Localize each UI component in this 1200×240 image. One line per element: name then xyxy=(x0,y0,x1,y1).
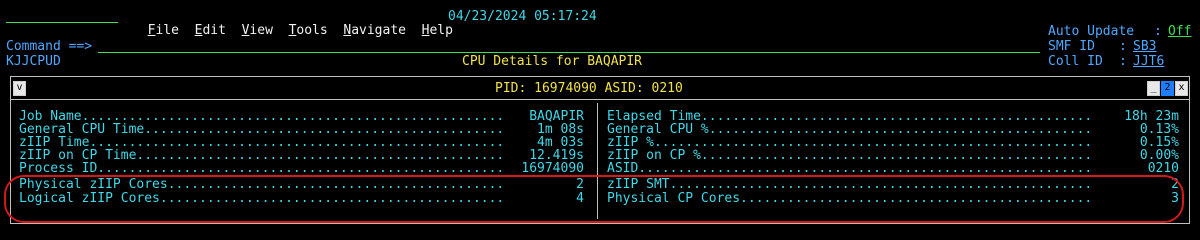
menu-tools[interactable]: Tools xyxy=(289,23,328,38)
close-icon[interactable]: x xyxy=(1175,81,1188,96)
left-row-general-cpu-time: General CPU Time........................… xyxy=(19,123,584,137)
left-row-ziip-on-cp-time: zIIP on CP Time.........................… xyxy=(19,149,584,163)
annotation-highlight xyxy=(4,175,1184,223)
right-row-ziip-pct: zIIP %..................................… xyxy=(607,136,1179,150)
panel-title-separator xyxy=(11,99,1189,100)
right-row-elapsed-time: Elapsed Time............................… xyxy=(607,110,1179,124)
command-input[interactable] xyxy=(98,38,1040,53)
right-row-asid: ASID....................................… xyxy=(607,162,1179,176)
menu-navigate[interactable]: Navigate xyxy=(343,23,406,38)
menu-help[interactable]: Help xyxy=(422,23,453,38)
left-row-ziip-time: zIIP Time...............................… xyxy=(19,136,584,150)
screen-title: CPU Details for BAQAPIR xyxy=(462,54,643,69)
smf-id-sep: : xyxy=(1119,39,1127,54)
smf-id-value: SB3 xyxy=(1133,39,1157,54)
command-label: Command ==> xyxy=(6,39,93,54)
right-row-general-cpu-pct: General CPU %...........................… xyxy=(607,123,1179,137)
menu-bar: File Edit View Tools Navigate Help xyxy=(132,10,453,38)
left-row-job-name: Job Name................................… xyxy=(19,110,584,124)
left-row-process-id: Process ID..............................… xyxy=(19,162,584,176)
coll-id-value: JJT6 xyxy=(1133,54,1165,69)
panel-title: PID: 16974090 ASID: 0210 xyxy=(495,81,683,96)
collapse-icon[interactable]: v xyxy=(13,81,26,96)
coll-id-label: Coll ID xyxy=(1048,54,1103,69)
menu-file[interactable]: File xyxy=(148,23,179,38)
panel-id: KJJCPUD xyxy=(6,54,61,69)
coll-id-sep: : xyxy=(1119,54,1127,69)
auto-update-label: Auto Update xyxy=(1048,24,1135,39)
auto-update-sep: : xyxy=(1154,24,1162,39)
menu-view[interactable]: View xyxy=(242,23,273,38)
right-row-ziip-on-cp-pct: zIIP on CP %............................… xyxy=(607,149,1179,163)
action-field[interactable] xyxy=(6,8,118,23)
auto-update-value[interactable]: Off xyxy=(1168,25,1191,39)
pane-count-icon[interactable]: 2 xyxy=(1161,81,1174,96)
datetime: 04/23/2024 05:17:24 xyxy=(448,9,597,24)
smf-id-label: SMF ID xyxy=(1048,39,1095,54)
menu-edit[interactable]: Edit xyxy=(195,23,226,38)
minimize-icon[interactable]: _ xyxy=(1147,81,1160,96)
